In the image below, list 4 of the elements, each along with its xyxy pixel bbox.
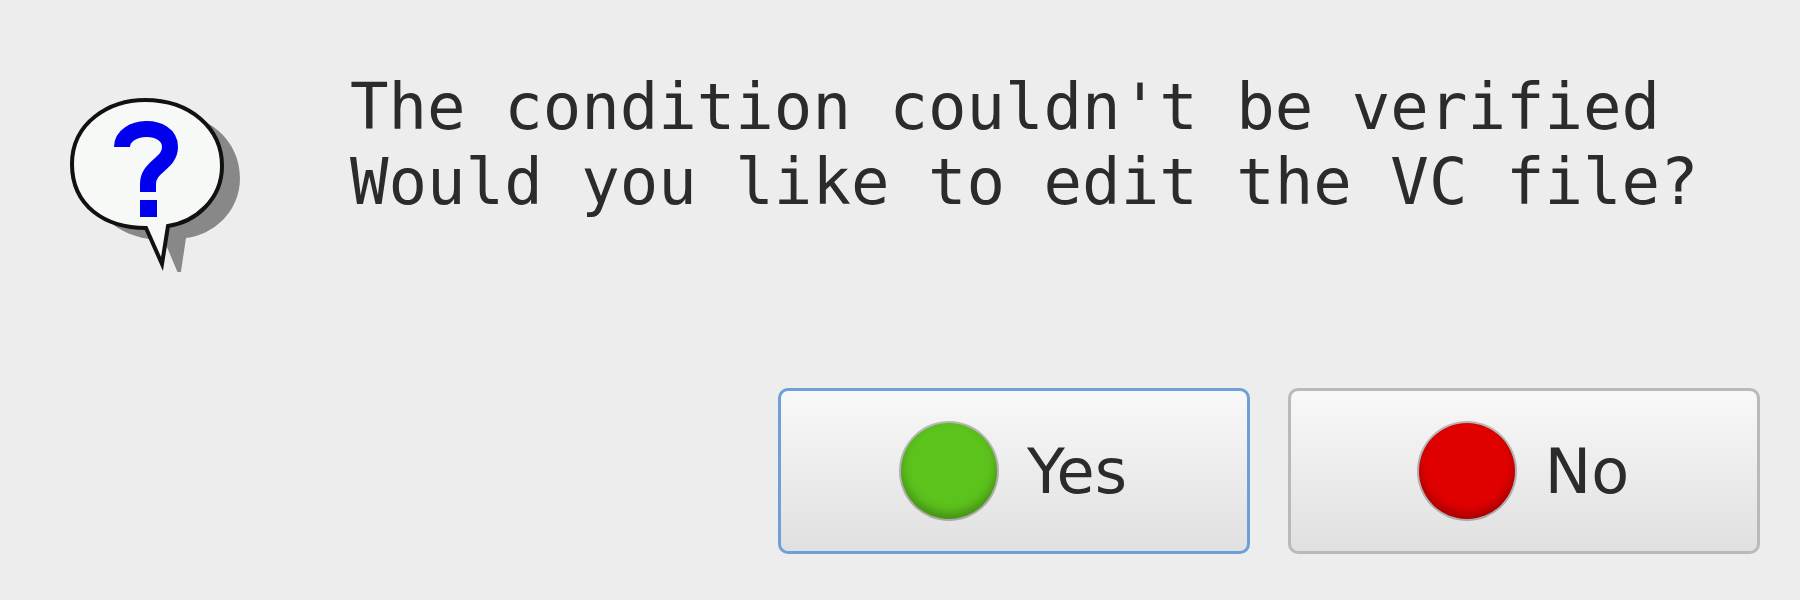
message-text: The condition couldn't be verified <box>350 70 1662 145</box>
message-text: Would you like to edit the VC file? <box>350 145 1699 220</box>
dialog-button[interactable]: Yes <box>778 388 1250 554</box>
dialog-button[interactable]: No <box>1288 388 1760 554</box>
